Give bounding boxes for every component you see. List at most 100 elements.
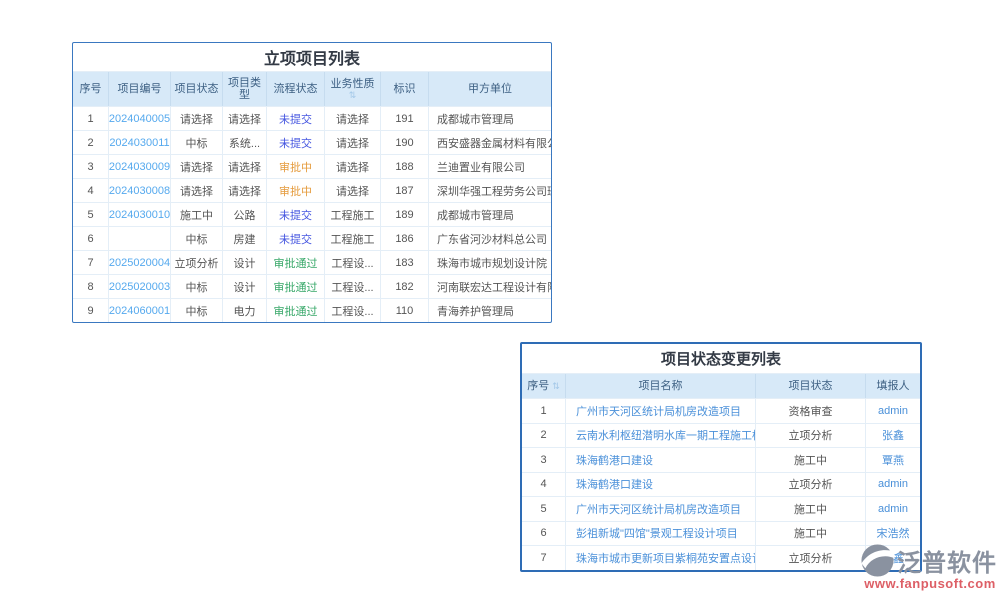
sort-icon[interactable]: ⇅ <box>552 382 560 391</box>
project-code-link <box>109 226 171 250</box>
column-header-project-name: 项目名称 <box>566 374 756 398</box>
column-header-project-code: 项目编号 <box>109 72 171 106</box>
owner-cell: 深圳华强工程劳务公司班组 <box>429 178 551 202</box>
column-header-seq-label: 序号 <box>527 380 549 392</box>
seq-cell: 4 <box>522 472 566 497</box>
seq-cell: 6 <box>522 521 566 546</box>
project-name-link[interactable]: 珠海鹤港口建设 <box>566 447 756 472</box>
project-code-link[interactable]: 2024030011 <box>109 130 171 154</box>
project-type-cell: 设计 <box>223 274 267 298</box>
seq-cell: 5 <box>522 496 566 521</box>
project-status-cell: 施工中 <box>756 447 866 472</box>
flow-status-cell: 审批中 <box>267 154 325 178</box>
project-code-link[interactable]: 2024040005 <box>109 106 171 130</box>
tag-cell: 182 <box>381 274 429 298</box>
seq-cell: 1 <box>73 106 109 130</box>
page: 立项项目列表 序号 项目编号 项目状态 项目类型 流程状态 业务性质 ⇅ 标识 … <box>0 0 1000 600</box>
project-code-link[interactable]: 2025020003 <box>109 274 171 298</box>
flow-status-cell: 未提交 <box>267 226 325 250</box>
owner-cell: 西安盛器金属材料有限公司 <box>429 130 551 154</box>
project-status-cell: 中标 <box>171 226 223 250</box>
project-code-link[interactable]: 2024030009 <box>109 154 171 178</box>
owner-cell: 兰迪置业有限公司 <box>429 154 551 178</box>
business-nature-cell: 工程设... <box>325 298 381 322</box>
approval-table-body: 12024040005请选择请选择未提交请选择191成都城市管理局2202403… <box>73 106 551 322</box>
project-code-link[interactable]: 2024030010 <box>109 202 171 226</box>
reporter-link[interactable]: admin <box>866 398 920 423</box>
tag-cell: 190 <box>381 130 429 154</box>
table-row: 2云南水利枢纽潜明水库一期工程施工标立项分析张鑫 <box>522 423 920 448</box>
seq-cell: 3 <box>522 447 566 472</box>
business-nature-cell: 工程设... <box>325 250 381 274</box>
project-name-link[interactable]: 广州市天河区统计局机房改造项目 <box>566 398 756 423</box>
flow-status-cell: 审批通过 <box>267 274 325 298</box>
table-row: 1广州市天河区统计局机房改造项目资格审查admin <box>522 398 920 423</box>
column-header-business-nature-label: 业务性质 <box>331 78 375 90</box>
table-row: 5广州市天河区统计局机房改造项目施工中admin <box>522 496 920 521</box>
project-code-link[interactable]: 2024060001 <box>109 298 171 322</box>
project-type-cell: 请选择 <box>223 106 267 130</box>
column-header-reporter: 填报人 <box>866 374 920 398</box>
seq-cell: 3 <box>73 154 109 178</box>
project-code-link[interactable]: 2025020004 <box>109 250 171 274</box>
business-nature-cell: 请选择 <box>325 154 381 178</box>
seq-cell: 4 <box>73 178 109 202</box>
flow-status-cell: 未提交 <box>267 202 325 226</box>
project-status-cell: 立项分析 <box>756 545 866 570</box>
approval-projects-table: 立项项目列表 序号 项目编号 项目状态 项目类型 流程状态 业务性质 ⇅ 标识 … <box>72 42 552 323</box>
project-type-cell: 公路 <box>223 202 267 226</box>
table-row: 42024030008请选择请选择审批中请选择187深圳华强工程劳务公司班组 <box>73 178 551 202</box>
project-name-link[interactable]: 珠海鹤港口建设 <box>566 472 756 497</box>
project-name-link[interactable]: 云南水利枢纽潜明水库一期工程施工标 <box>566 423 756 448</box>
owner-cell: 珠海市城市规划设计院 <box>429 250 551 274</box>
project-code-link[interactable]: 2024030008 <box>109 178 171 202</box>
project-type-cell: 请选择 <box>223 154 267 178</box>
owner-cell: 成都城市管理局 <box>429 202 551 226</box>
reporter-link[interactable]: admin <box>866 496 920 521</box>
table-row: 4珠海鹤港口建设立项分析admin <box>522 472 920 497</box>
seq-cell: 9 <box>73 298 109 322</box>
table-row: 32024030009请选择请选择审批中请选择188兰迪置业有限公司 <box>73 154 551 178</box>
sort-icon[interactable]: ⇅ <box>349 91 357 100</box>
seq-cell: 2 <box>73 130 109 154</box>
project-name-link[interactable]: 珠海市城市更新项目紫桐苑安置点设计项目 <box>566 545 756 570</box>
reporter-link[interactable]: 覃燕 <box>866 447 920 472</box>
owner-cell: 广东省河沙材料总公司 <box>429 226 551 250</box>
flow-status-cell: 审批中 <box>267 178 325 202</box>
column-header-seq: 序号 ⇅ <box>522 374 566 398</box>
business-nature-cell: 工程施工 <box>325 226 381 250</box>
owner-cell: 青海养护管理局 <box>429 298 551 322</box>
fanpu-logo-icon <box>860 543 895 578</box>
seq-cell: 2 <box>522 423 566 448</box>
project-status-cell: 中标 <box>171 298 223 322</box>
tag-cell: 186 <box>381 226 429 250</box>
project-type-cell: 系统... <box>223 130 267 154</box>
business-nature-cell: 工程施工 <box>325 202 381 226</box>
project-type-cell: 电力 <box>223 298 267 322</box>
table-row: 52024030010施工中公路未提交工程施工189成都城市管理局 <box>73 202 551 226</box>
status-change-table: 项目状态变更列表 序号 ⇅ 项目名称 项目状态 填报人 1广州市天河区统计局机房… <box>520 342 922 572</box>
table-row: 82025020003中标设计审批通过工程设...182河南联宏达工程设计有限公… <box>73 274 551 298</box>
reporter-link[interactable]: 宋浩然 <box>866 521 920 546</box>
table-row: 12024040005请选择请选择未提交请选择191成都城市管理局 <box>73 106 551 130</box>
seq-cell: 1 <box>522 398 566 423</box>
project-name-link[interactable]: 彭祖新城"四馆"景观工程设计项目 <box>566 521 756 546</box>
project-status-cell: 资格审查 <box>756 398 866 423</box>
tag-cell: 110 <box>381 298 429 322</box>
reporter-link[interactable]: admin <box>866 472 920 497</box>
column-header-tag: 标识 <box>381 72 429 106</box>
business-nature-cell: 请选择 <box>325 178 381 202</box>
project-status-cell: 立项分析 <box>756 472 866 497</box>
tag-cell: 189 <box>381 202 429 226</box>
project-status-cell: 立项分析 <box>171 250 223 274</box>
reporter-link[interactable]: 张鑫 <box>866 423 920 448</box>
project-name-link[interactable]: 广州市天河区统计局机房改造项目 <box>566 496 756 521</box>
project-status-cell: 请选择 <box>171 178 223 202</box>
project-status-cell: 请选择 <box>171 106 223 130</box>
tag-cell: 183 <box>381 250 429 274</box>
seq-cell: 5 <box>73 202 109 226</box>
seq-cell: 6 <box>73 226 109 250</box>
owner-cell: 河南联宏达工程设计有限公司 <box>429 274 551 298</box>
table-row: 92024060001中标电力审批通过工程设...110青海养护管理局 <box>73 298 551 322</box>
flow-status-cell: 未提交 <box>267 130 325 154</box>
